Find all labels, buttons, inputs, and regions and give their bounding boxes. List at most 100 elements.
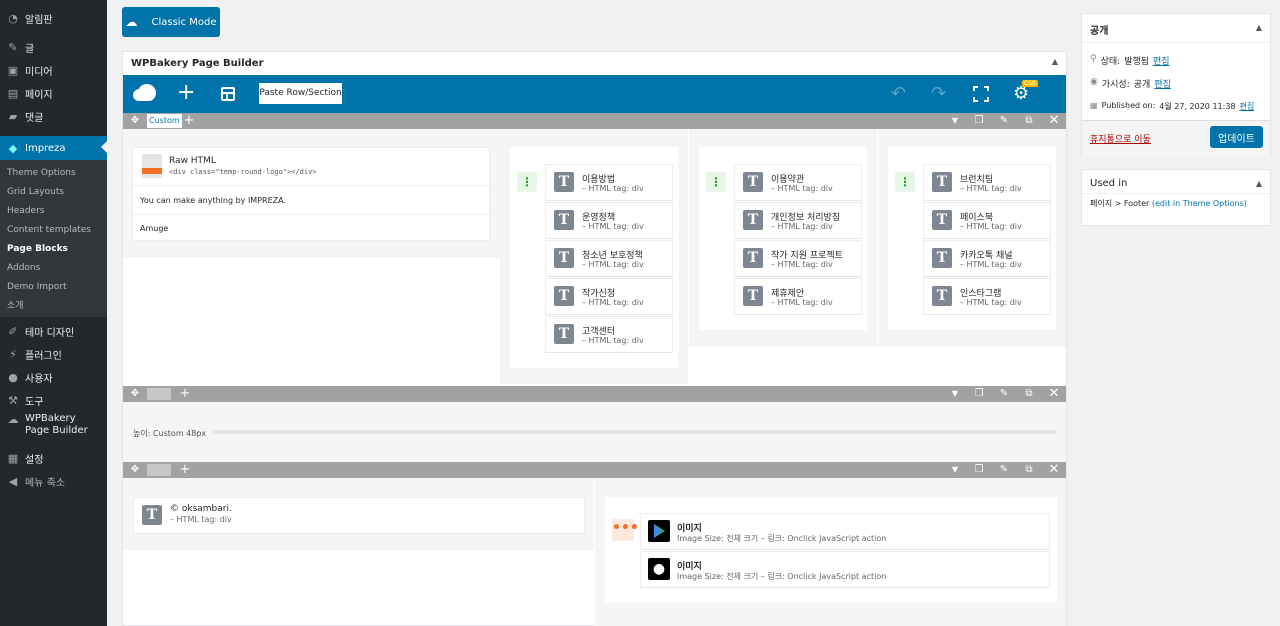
- text-block-icon: T: [554, 172, 574, 192]
- drag-handle-icon[interactable]: ⋮: [706, 172, 726, 192]
- custom-layout-tab[interactable]: Custom: [147, 114, 182, 128]
- move-icon[interactable]: ✥: [129, 388, 141, 400]
- menu-users[interactable]: ● 사용자: [0, 366, 107, 388]
- submenu-demo-import[interactable]: Demo Import: [7, 278, 66, 296]
- row-1-controls: ✥ Custom + ▼ ❐ ✎ ⧉ ✕: [123, 113, 1066, 129]
- row-collapse-icon[interactable]: ▼: [949, 115, 961, 127]
- image-element-google-play[interactable]: 이미지 Image Size: 전체 크기 – 링크: Onclick Java…: [640, 513, 1050, 550]
- text-block-element[interactable]: T 작가신청 – HTML tag: div: [545, 278, 673, 315]
- menu-media[interactable]: ▣ 미디어: [0, 59, 107, 81]
- text-block-element[interactable]: T 개인정보 처리방침 – HTML tag: div: [734, 202, 862, 239]
- row-copy-icon[interactable]: ❐: [973, 115, 985, 127]
- submenu-headers[interactable]: Headers: [7, 202, 44, 220]
- text-block-element[interactable]: T 이용방법 – HTML tag: div: [545, 164, 673, 201]
- edit-status-link[interactable]: 편집: [1153, 54, 1170, 67]
- wpbakery-logo-icon[interactable]: [132, 83, 158, 105]
- raw-html-text-2: Amuge: [140, 224, 169, 233]
- update-button[interactable]: 업데이트: [1210, 126, 1263, 148]
- row-edit-icon[interactable]: ✎: [998, 464, 1010, 476]
- add-element-icon[interactable]: +: [177, 80, 195, 106]
- text-block-element[interactable]: T 인스타그램 – HTML tag: div: [923, 278, 1051, 315]
- collapse-icon: ◀: [8, 474, 18, 488]
- row-edit-icon[interactable]: ✎: [998, 115, 1010, 127]
- move-icon[interactable]: ✥: [129, 115, 141, 127]
- copyright-text-element[interactable]: T © oksambari. – HTML tag: div: [133, 497, 585, 534]
- menu-settings[interactable]: ▦ 설정: [0, 447, 107, 469]
- spacer-label[interactable]: 높이: Custom 48px: [133, 428, 206, 439]
- submenu-about[interactable]: 소개: [7, 297, 24, 315]
- builder-toolbar: + Paste Row/Section ↶ ↷ ⚙ CSS: [123, 75, 1066, 113]
- eye-icon: ◉: [1090, 77, 1098, 87]
- menu-posts[interactable]: ✎ 글: [0, 36, 107, 58]
- trash-link[interactable]: 휴지통으로 이동: [1090, 132, 1151, 145]
- image-element-app-store[interactable]: ● 이미지 Image Size: 전체 크기 – 링크: Onclick Ja…: [640, 551, 1050, 588]
- collapse-arrow-icon[interactable]: ▲: [1256, 179, 1262, 188]
- row-delete-icon[interactable]: ✕: [1048, 463, 1060, 476]
- submenu-page-blocks[interactable]: Page Blocks: [7, 240, 68, 258]
- collapse-arrow-icon[interactable]: ▲: [1052, 57, 1058, 66]
- fullscreen-icon[interactable]: [973, 86, 989, 102]
- row-delete-icon[interactable]: ✕: [1048, 114, 1060, 127]
- menu-plugins[interactable]: ⚡ 플러그인: [0, 343, 107, 365]
- add-column-icon[interactable]: +: [179, 463, 191, 476]
- menu-collapse[interactable]: ◀ 메뉴 축소: [0, 470, 107, 492]
- row-clone-icon[interactable]: ⧉: [1023, 464, 1035, 476]
- raw-html-element[interactable]: Raw HTML <div class="temp-round-logo"></…: [132, 147, 490, 241]
- classic-mode-button[interactable]: ☁ Classic Mode: [122, 7, 220, 37]
- redo-icon[interactable]: ↷: [931, 83, 946, 104]
- text-block-element[interactable]: T 제휴제안 – HTML tag: div: [734, 278, 862, 315]
- row-copy-icon[interactable]: ❐: [973, 464, 985, 476]
- drag-handle-icon[interactable]: ⋮: [517, 172, 537, 192]
- row-clone-icon[interactable]: ⧉: [1023, 115, 1035, 127]
- menu-tools[interactable]: ⚒ 도구: [0, 389, 107, 411]
- row-collapse-icon[interactable]: ▼: [949, 388, 961, 400]
- undo-icon[interactable]: ↶: [891, 83, 906, 104]
- row-edit-icon[interactable]: ✎: [998, 388, 1010, 400]
- layout-icon[interactable]: [147, 388, 171, 400]
- move-icon[interactable]: ✥: [129, 464, 141, 476]
- menu-pages[interactable]: ▤ 페이지: [0, 82, 107, 104]
- row-3-controls: ✥ + ▼ ❐ ✎ ⧉ ✕: [123, 462, 1066, 478]
- drag-handle-icon[interactable]: ⋮: [895, 172, 915, 192]
- menu-comments[interactable]: ▰ 댓글: [0, 105, 107, 127]
- text-block-icon: T: [743, 210, 763, 230]
- row-clone-icon[interactable]: ⧉: [1023, 388, 1035, 400]
- edit-date-link[interactable]: 편집: [1240, 101, 1255, 112]
- layout-icon[interactable]: [147, 464, 171, 476]
- text-block-element[interactable]: T 청소년 보호정책 – HTML tag: div: [545, 240, 673, 277]
- text-block-element[interactable]: T 브런치팀 – HTML tag: div: [923, 164, 1051, 201]
- html-tag-label: – HTML tag: div: [582, 260, 644, 269]
- edit-visibility-link[interactable]: 편집: [1154, 77, 1171, 90]
- collapse-arrow-icon[interactable]: ▲: [1256, 23, 1262, 32]
- edit-in-theme-options-link[interactable]: (edit in Theme Options): [1152, 199, 1247, 208]
- text-block-element[interactable]: T 카카오톡 채널 – HTML tag: div: [923, 240, 1051, 277]
- submenu-content-templates[interactable]: Content templates: [7, 221, 91, 239]
- row-copy-icon[interactable]: ❐: [973, 388, 985, 400]
- submenu-theme-options[interactable]: Theme Options: [7, 164, 76, 182]
- html-tag-label: – HTML tag: div: [582, 298, 644, 307]
- add-column-icon[interactable]: +: [183, 114, 195, 127]
- cloud-icon: ☁: [125, 15, 138, 29]
- menu-theme-design[interactable]: ✐ 테마 디자인: [0, 320, 107, 342]
- row-2-controls: ✥ + ▼ ❐ ✎ ⧉ ✕: [123, 386, 1066, 402]
- menu-wpbakery[interactable]: ☁ WPBakery Page Builder: [0, 413, 107, 445]
- text-block-element[interactable]: T 운영정책 – HTML tag: div: [545, 202, 673, 239]
- text-block-icon: T: [554, 286, 574, 306]
- more-options-icon[interactable]: •••: [612, 519, 639, 541]
- menu-impreza[interactable]: ◆ Impreza: [0, 136, 107, 160]
- submenu-grid-layouts[interactable]: Grid Layouts: [7, 183, 64, 201]
- text-block-element[interactable]: T 페이스북 – HTML tag: div: [923, 202, 1051, 239]
- paste-row-button[interactable]: Paste Row/Section: [259, 83, 342, 104]
- add-column-icon[interactable]: +: [179, 387, 191, 400]
- menu-dashboard[interactable]: ◔ 알림판: [0, 7, 107, 29]
- text-block-element[interactable]: T 이용약관 – HTML tag: div: [734, 164, 862, 201]
- html-tag-label: – HTML tag: div: [960, 260, 1022, 269]
- text-block-icon: T: [554, 324, 574, 344]
- row-delete-icon[interactable]: ✕: [1048, 387, 1060, 400]
- text-block-icon: T: [743, 248, 763, 268]
- text-block-element[interactable]: T 작가 지원 프로젝트 – HTML tag: div: [734, 240, 862, 277]
- templates-icon[interactable]: [221, 87, 235, 101]
- submenu-addons[interactable]: Addons: [7, 259, 40, 277]
- row-collapse-icon[interactable]: ▼: [949, 464, 961, 476]
- text-block-element[interactable]: T 고객센터 – HTML tag: div: [545, 316, 673, 353]
